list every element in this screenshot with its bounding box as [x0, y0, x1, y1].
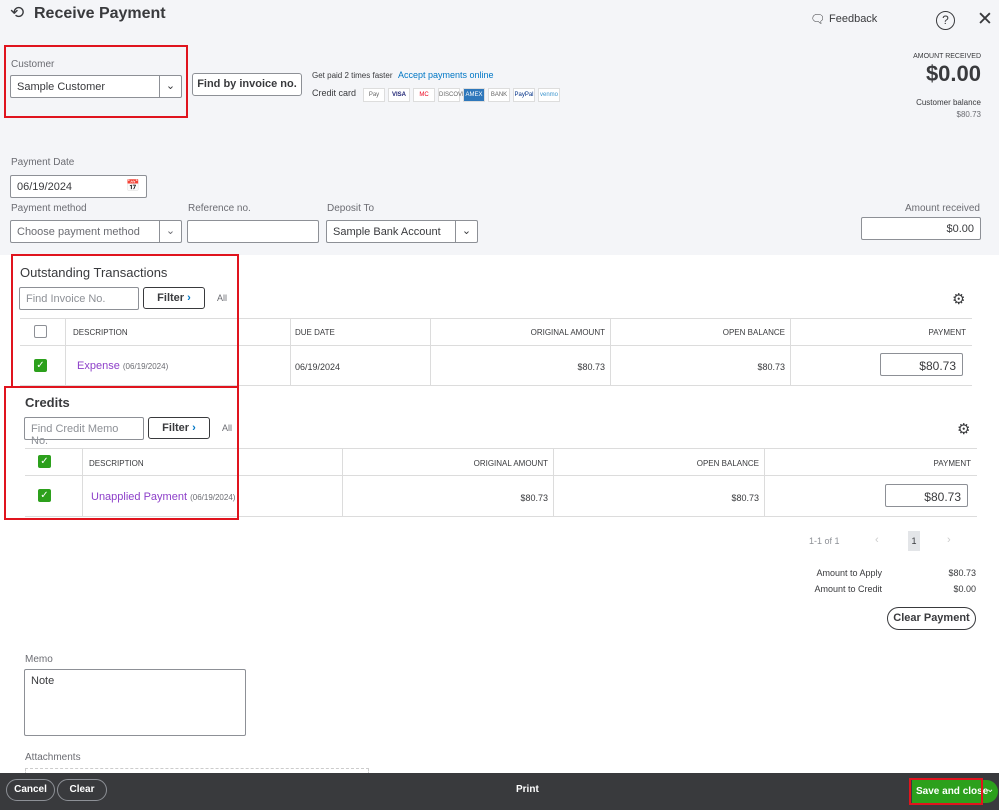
page-button[interactable]: 1: [908, 531, 920, 551]
cancel-button[interactable]: Cancel: [6, 779, 55, 801]
print-link[interactable]: Print: [516, 784, 539, 795]
payment-input[interactable]: $80.73: [880, 353, 963, 376]
col-original-amount: ORIGINAL AMOUNT: [530, 328, 605, 337]
gear-icon[interactable]: ⚙: [957, 420, 970, 438]
memo-label: Memo: [25, 654, 53, 665]
deposit-label: Deposit To: [327, 203, 375, 214]
col-original-amount: ORIGINAL AMOUNT: [473, 459, 548, 468]
open-balance: $80.73: [731, 493, 759, 503]
clear-button[interactable]: Clear: [57, 779, 107, 801]
original-amount: $80.73: [520, 493, 548, 503]
pagination-range: 1-1 of 1: [809, 536, 840, 546]
amount-received-label: AMOUNT RECEIVED: [913, 53, 981, 60]
paypal-icon: PayPal: [513, 88, 535, 102]
payment-method-select[interactable]: Choose payment method ⌄: [10, 220, 182, 243]
clear-payment-button[interactable]: Clear Payment: [887, 607, 976, 630]
customer-balance-value: $80.73: [956, 110, 981, 119]
reference-label: Reference no.: [188, 203, 251, 214]
calendar-icon: 📅: [126, 180, 140, 192]
amount-to-credit-value: $0.00: [953, 584, 976, 594]
payment-method-label: Payment method: [11, 203, 87, 214]
amount-received-value: $0.00: [925, 61, 981, 86]
mastercard-icon: MC: [413, 88, 435, 102]
original-amount: $80.73: [577, 362, 605, 372]
amex-icon: AMEX: [463, 88, 485, 102]
header-panel: [0, 0, 999, 255]
credit-card-label: Credit card: [312, 88, 357, 98]
chevron-down-icon: ⌄: [159, 221, 181, 242]
next-page-icon[interactable]: ›: [947, 534, 951, 546]
venmo-icon: venmo: [538, 88, 560, 102]
highlight-box: [11, 254, 239, 388]
gear-icon[interactable]: ⚙: [952, 290, 965, 308]
promo-text: Get paid 2 times faster: [312, 71, 393, 80]
highlight-box: [4, 45, 188, 118]
amount-to-apply-value: $80.73: [948, 568, 976, 578]
amount-to-credit-label: Amount to Credit: [814, 584, 882, 594]
col-payment: PAYMENT: [933, 459, 971, 468]
payment-input[interactable]: $80.73: [885, 484, 968, 507]
amount-received-input[interactable]: $0.00: [861, 217, 981, 240]
col-payment: PAYMENT: [928, 328, 966, 337]
discover-icon: DISCOVER: [438, 88, 470, 102]
accept-payments-link[interactable]: Accept payments online: [398, 70, 494, 80]
bank-icon: BANK: [488, 88, 510, 102]
find-by-invoice-button[interactable]: Find by invoice no.: [192, 73, 302, 96]
attachments-label: Attachments: [25, 752, 81, 763]
col-due-date: DUE DATE: [295, 328, 335, 337]
highlight-box: [909, 778, 983, 805]
deposit-select[interactable]: Sample Bank Account ⌄: [326, 220, 478, 243]
col-open-balance: OPEN BALANCE: [696, 459, 759, 468]
visa-icon: VISA: [388, 88, 410, 102]
history-icon[interactable]: ⟲: [10, 3, 24, 23]
prev-page-icon[interactable]: ‹: [875, 534, 879, 546]
card-logos: Pay VISA MC DISCOVERAMEX BANK PayPal venmo: [363, 87, 563, 102]
highlight-box: [4, 386, 239, 520]
due-date: 06/19/2024: [295, 362, 341, 372]
footer-bar: Cancel Clear Print Save and close ⌄: [0, 773, 999, 810]
feedback-link[interactable]: Feedback: [829, 13, 877, 25]
page-title: Receive Payment: [34, 5, 166, 22]
open-balance: $80.73: [757, 362, 785, 372]
applepay-icon: Pay: [363, 88, 385, 102]
reference-input[interactable]: [187, 220, 319, 243]
col-open-balance: OPEN BALANCE: [722, 328, 785, 337]
close-icon[interactable]: ✕: [977, 8, 993, 31]
amount-received-field-label: Amount received: [904, 203, 980, 214]
chevron-down-icon: ⌄: [455, 221, 477, 242]
customer-balance-label: Customer balance: [916, 98, 981, 107]
help-icon[interactable]: ?: [936, 11, 955, 30]
amount-to-apply-label: Amount to Apply: [816, 568, 882, 578]
payment-date-label: Payment Date: [11, 157, 75, 168]
payment-date-input[interactable]: 06/19/2024 📅: [10, 175, 147, 198]
feedback-icon: 🗨: [810, 12, 826, 26]
chevron-down-icon[interactable]: ⌄: [986, 784, 994, 795]
memo-textarea[interactable]: Note: [24, 669, 246, 736]
